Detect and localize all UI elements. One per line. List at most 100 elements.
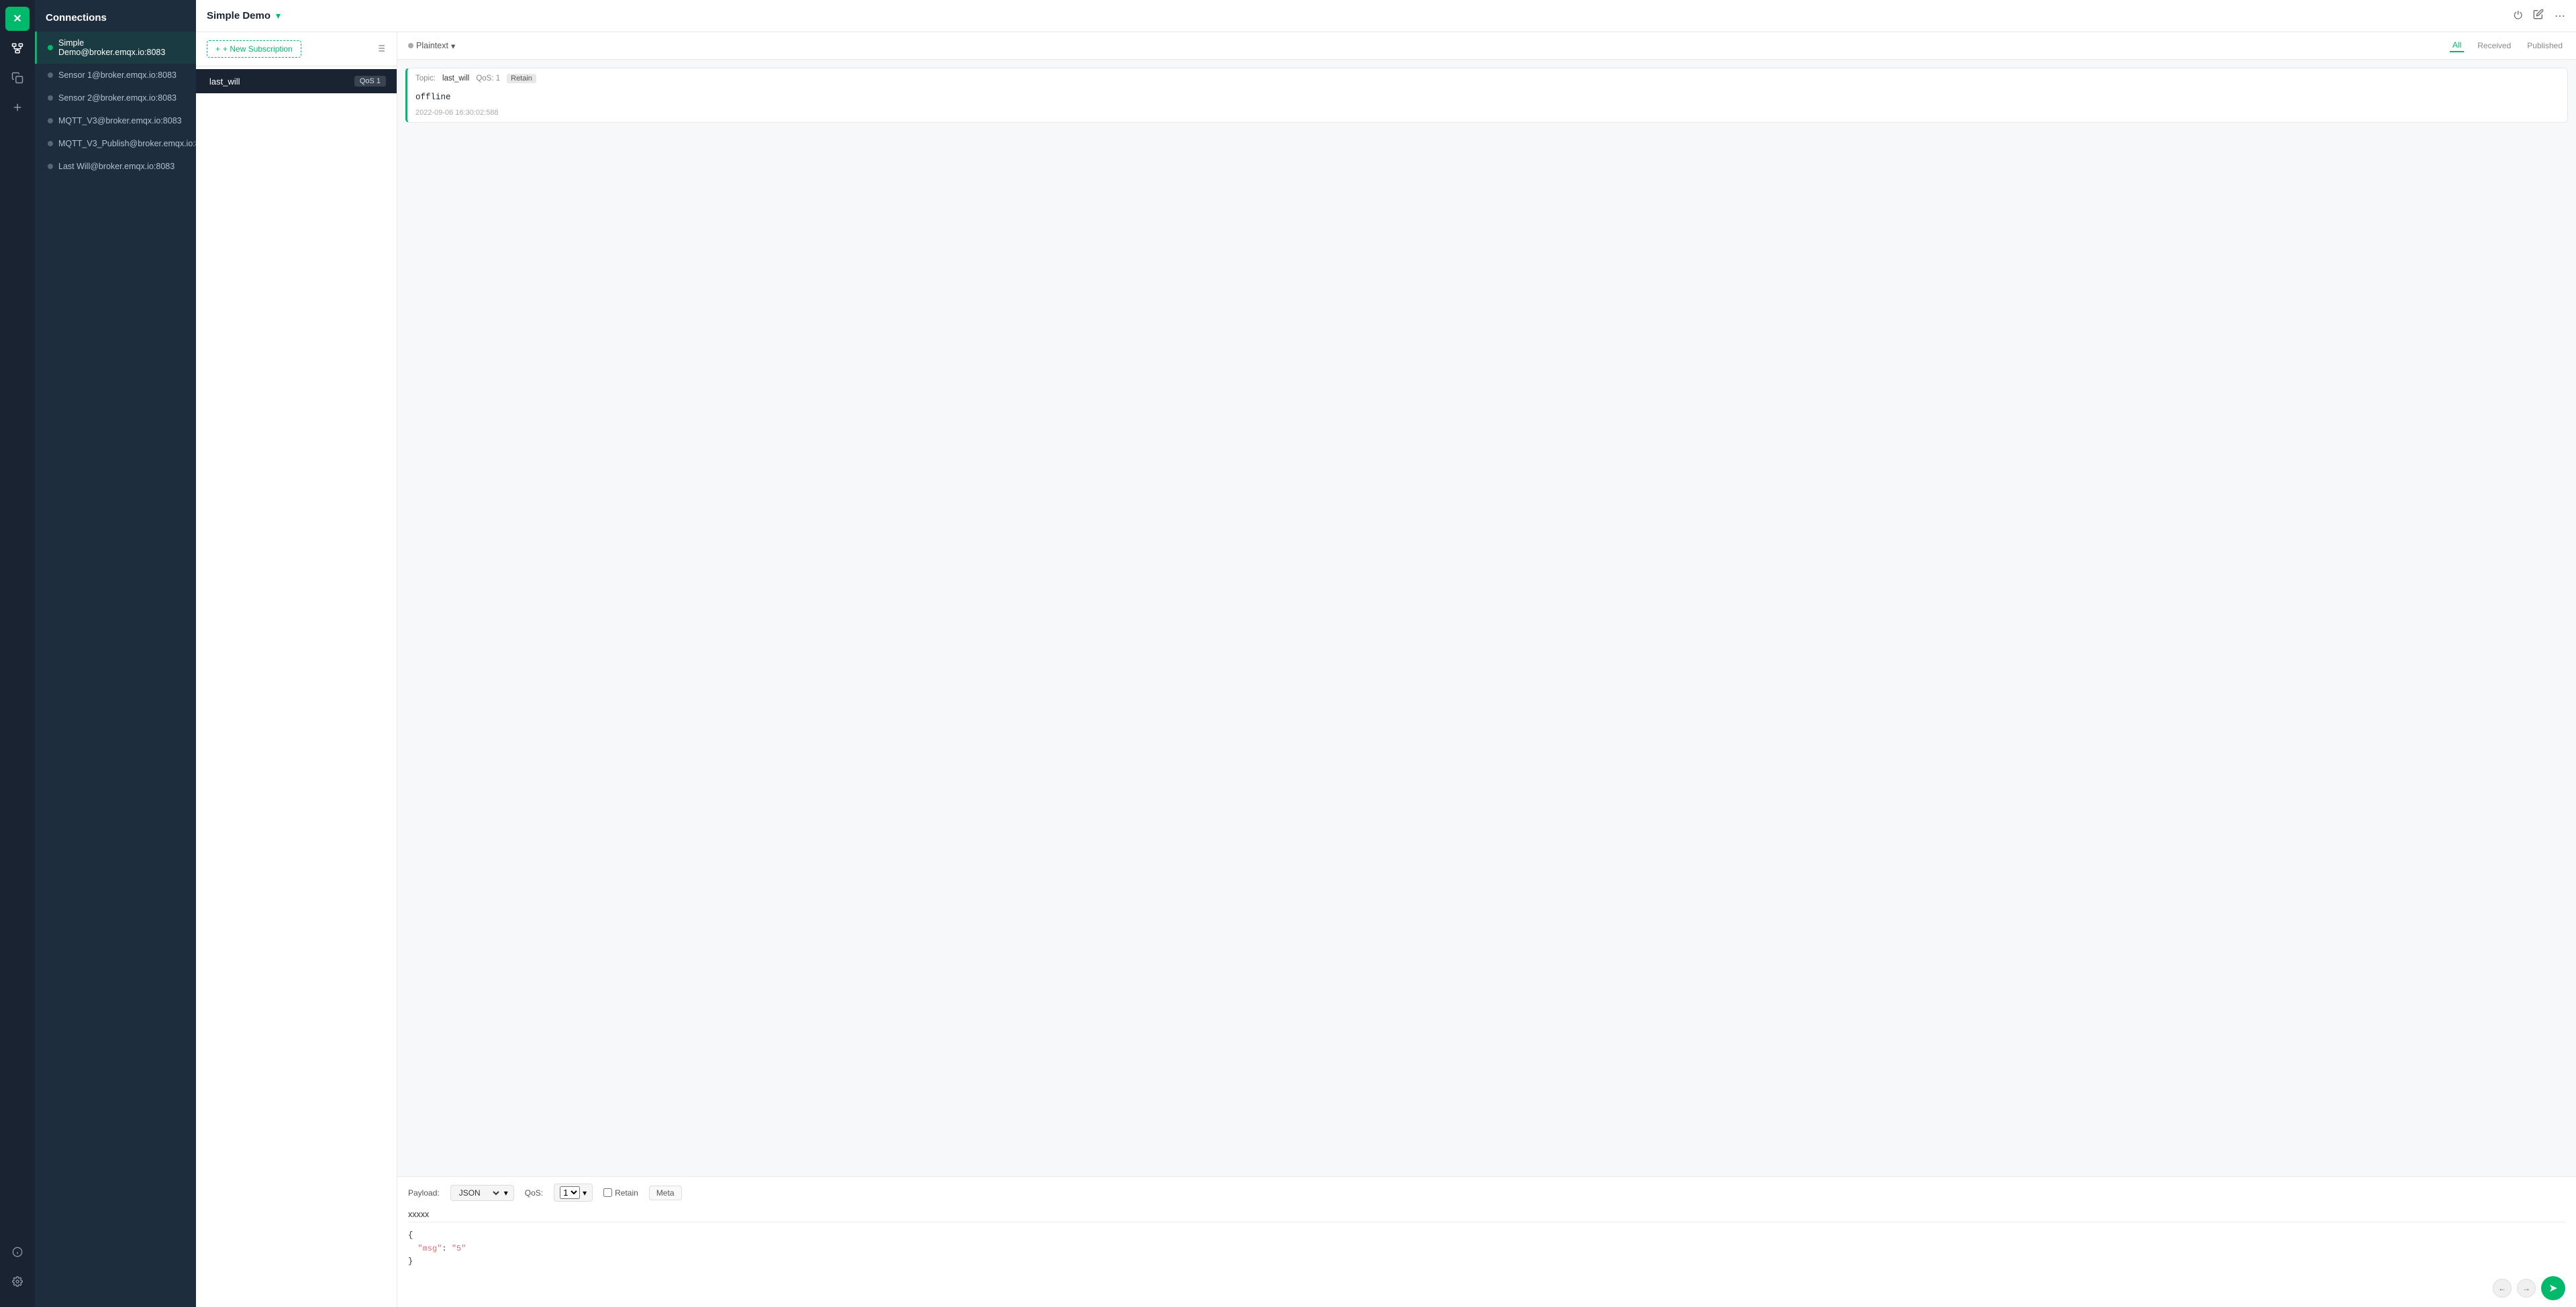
message-qos-label: QoS: 1 bbox=[476, 74, 500, 83]
main-area: Simple Demo ▾ ⏻ ⋯ + + New Subscription bbox=[196, 0, 2576, 1307]
connection-name: MQTT_V3@broker.emqx.io:8083 bbox=[58, 116, 182, 125]
sidebar-header: Connections bbox=[35, 0, 196, 32]
subscription-topic: last_will bbox=[209, 76, 240, 87]
add-icon-btn[interactable] bbox=[5, 95, 30, 119]
retain-checkbox[interactable] bbox=[603, 1188, 612, 1197]
subscriptions-header: + + New Subscription bbox=[196, 32, 397, 66]
filter-tab-all[interactable]: All bbox=[2450, 39, 2464, 52]
format-dot bbox=[408, 43, 413, 48]
connection-name: Last Will@broker.emqx.io:8083 bbox=[58, 162, 175, 171]
icon-bar: ✕ bbox=[0, 0, 35, 1307]
compose-area: Payload: JSON Plaintext Hex Base64 ▾ QoS… bbox=[397, 1176, 2576, 1307]
connection-name: MQTT_V3_Publish@broker.emqx.io:8083 bbox=[58, 139, 196, 148]
messages-panel: Plaintext ▾ All Received Published Topic… bbox=[397, 32, 2576, 1307]
retain-label: Retain bbox=[615, 1188, 638, 1198]
settings-icon bbox=[12, 1276, 23, 1287]
message-topic-label: Topic: bbox=[415, 74, 436, 83]
info-icon bbox=[12, 1247, 23, 1257]
compose-top: Payload: JSON Plaintext Hex Base64 ▾ QoS… bbox=[408, 1184, 2565, 1202]
logo-text: ✕ bbox=[13, 12, 21, 25]
plus-icon: + bbox=[215, 44, 220, 54]
json-value: "5" bbox=[452, 1244, 466, 1253]
connection-name: Sensor 1@broker.emqx.io:8083 bbox=[58, 70, 177, 80]
status-dot-gray bbox=[48, 95, 53, 101]
top-bar: Simple Demo ▾ ⏻ ⋯ bbox=[196, 0, 2576, 32]
copy-icon bbox=[11, 72, 23, 84]
arrow-up-icon: ← bbox=[2498, 1284, 2506, 1293]
meta-button[interactable]: Meta bbox=[649, 1186, 682, 1200]
chevron-down-icon[interactable]: ▾ bbox=[276, 10, 281, 21]
filter-tab-published[interactable]: Published bbox=[2524, 40, 2565, 52]
connection-name: Sensor 2@broker.emqx.io:8083 bbox=[58, 93, 177, 103]
subscriptions-panel: + + New Subscription last_will QoS 1 bbox=[196, 32, 397, 1307]
sidebar-title: Connections bbox=[46, 12, 107, 23]
connection-name: Simple Demo@broker.emqx.io:8083 bbox=[58, 38, 185, 57]
topic-input[interactable] bbox=[408, 1207, 2565, 1222]
json-key: "msg" bbox=[417, 1244, 442, 1253]
status-dot-gray bbox=[48, 164, 53, 169]
status-dot-gray bbox=[48, 141, 53, 146]
format-chevron-icon: ▾ bbox=[451, 41, 455, 51]
send-icon: ➤ bbox=[2548, 1282, 2557, 1295]
connection-title: Simple Demo bbox=[207, 10, 270, 21]
filter-icon[interactable] bbox=[375, 43, 386, 56]
message-card: Topic: last_will QoS: 1 Retain offline 2… bbox=[405, 68, 2568, 123]
qos-dropdown[interactable]: 1 0 2 bbox=[560, 1186, 580, 1199]
message-card-header: Topic: last_will QoS: 1 Retain bbox=[407, 68, 2567, 89]
subscription-list: last_will QoS 1 bbox=[196, 66, 397, 96]
connections-icon-btn[interactable] bbox=[5, 36, 30, 60]
subscription-qos: QoS 1 bbox=[354, 76, 386, 87]
settings-icon-btn[interactable] bbox=[5, 1269, 30, 1294]
power-icon[interactable]: ⏻ bbox=[2514, 10, 2522, 22]
app-logo[interactable]: ✕ bbox=[5, 7, 30, 31]
messages-filter: All Received Published bbox=[2450, 39, 2565, 52]
payload-format-selector[interactable]: Plaintext ▾ bbox=[408, 41, 455, 51]
connection-item-last-will[interactable]: Last Will@broker.emqx.io:8083 bbox=[35, 155, 196, 178]
copy-icon-btn[interactable] bbox=[5, 66, 30, 90]
json-line-1: { bbox=[408, 1229, 2565, 1242]
json-body[interactable]: { "msg": "5" } bbox=[408, 1226, 2565, 1271]
connection-item-mqtt-v3[interactable]: MQTT_V3@broker.emqx.io:8083 bbox=[35, 109, 196, 132]
payload-label: Payload: bbox=[408, 1188, 440, 1198]
edit-icon[interactable] bbox=[2533, 9, 2544, 23]
scroll-up-button[interactable]: ← bbox=[2493, 1279, 2512, 1298]
connection-item-mqtt-v3-pub[interactable]: MQTT_V3_Publish@broker.emqx.io:8083 bbox=[35, 132, 196, 155]
connection-list: Simple Demo@broker.emqx.io:8083 Sensor 1… bbox=[35, 32, 196, 1307]
add-icon bbox=[11, 101, 23, 113]
format-label: Plaintext bbox=[416, 41, 448, 50]
scroll-down-button[interactable]: → bbox=[2517, 1279, 2536, 1298]
status-dot-gray bbox=[48, 118, 53, 123]
connections-icon bbox=[11, 42, 23, 54]
top-bar-left: Simple Demo ▾ bbox=[207, 10, 281, 21]
json-line-2: "msg": "5" bbox=[408, 1243, 2565, 1255]
more-icon[interactable]: ⋯ bbox=[2555, 9, 2565, 23]
messages-list: Topic: last_will QoS: 1 Retain offline 2… bbox=[397, 60, 2576, 1176]
message-topic-value: last_will bbox=[442, 74, 469, 83]
send-button[interactable]: ➤ bbox=[2541, 1276, 2565, 1300]
info-icon-btn[interactable] bbox=[5, 1240, 30, 1264]
status-dot-green bbox=[48, 45, 53, 50]
message-timestamp: 2022-09-06 16:30:02:588 bbox=[407, 107, 2567, 122]
retain-badge: Retain bbox=[507, 74, 536, 83]
select-chevron-icon: ▾ bbox=[504, 1188, 508, 1198]
compose-actions: ← → ➤ bbox=[408, 1276, 2565, 1300]
subscription-item-last-will[interactable]: last_will QoS 1 bbox=[196, 69, 397, 93]
status-dot-gray bbox=[48, 72, 53, 78]
qos-select[interactable]: 1 0 2 ▾ bbox=[554, 1184, 593, 1202]
topic-input-row bbox=[408, 1207, 2565, 1222]
new-subscription-button[interactable]: + + New Subscription bbox=[207, 40, 301, 58]
messages-header: Plaintext ▾ All Received Published bbox=[397, 32, 2576, 60]
qos-chevron-icon: ▾ bbox=[583, 1188, 587, 1198]
message-body: offline bbox=[407, 89, 2567, 107]
connection-item-simple-demo[interactable]: Simple Demo@broker.emqx.io:8083 bbox=[35, 32, 196, 64]
connection-item-sensor-1[interactable]: Sensor 1@broker.emqx.io:8083 bbox=[35, 64, 196, 87]
json-line-3: } bbox=[408, 1255, 2565, 1268]
qos-label: QoS: bbox=[525, 1188, 543, 1198]
connection-item-sensor-2[interactable]: Sensor 2@broker.emqx.io:8083 bbox=[35, 87, 196, 109]
new-subscription-label: + New Subscription bbox=[223, 44, 293, 54]
payload-format-dropdown[interactable]: JSON Plaintext Hex Base64 bbox=[456, 1188, 501, 1198]
filter-tab-received[interactable]: Received bbox=[2475, 40, 2514, 52]
payload-format-select[interactable]: JSON Plaintext Hex Base64 ▾ bbox=[450, 1185, 514, 1201]
retain-checkbox-label[interactable]: Retain bbox=[603, 1188, 638, 1198]
sidebar: Connections Simple Demo@broker.emqx.io:8… bbox=[35, 0, 196, 1307]
